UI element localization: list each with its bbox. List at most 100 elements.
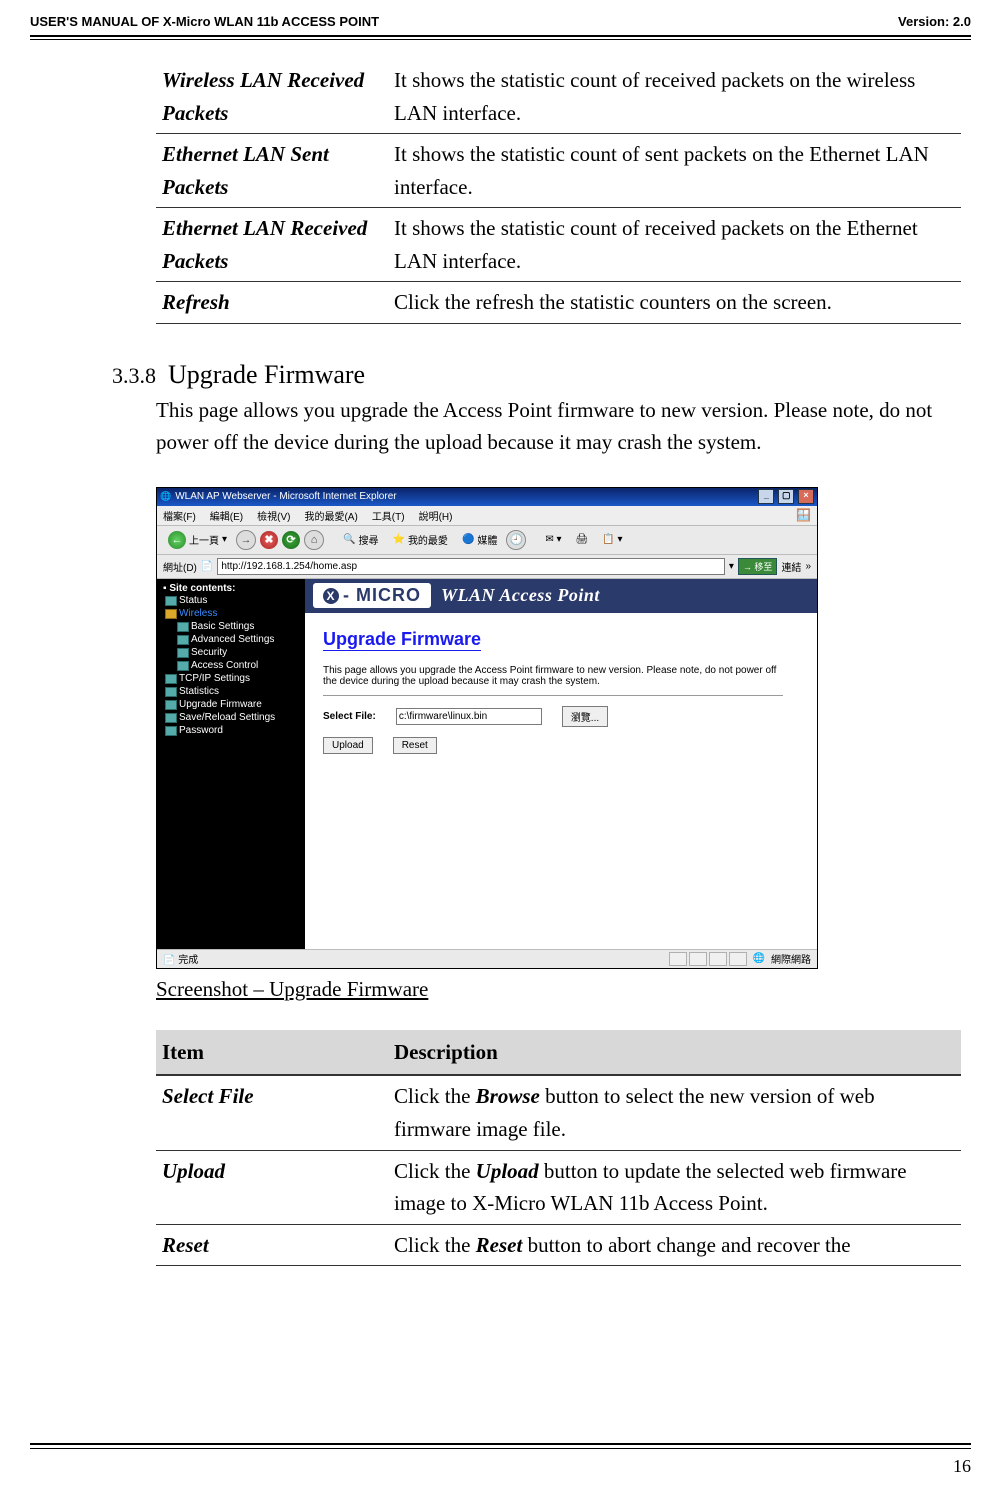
sidebar-item[interactable]: Basic Settings — [177, 620, 303, 633]
sidebar-item[interactable]: Status — [165, 594, 303, 607]
panel-heading: Upgrade Firmware — [323, 629, 481, 651]
toolbar: ←上一頁 ▾ → ✖ ⟳ ⌂ 🔍 搜尋 ⭐ 我的最愛 🔵 媒體 🕘 ✉ ▾ 🖨 … — [157, 526, 817, 555]
term-cell: Reset — [156, 1224, 388, 1266]
forward-button[interactable]: → — [236, 530, 256, 550]
sidebar-item[interactable]: Upgrade Firmware — [165, 698, 303, 711]
description-cell: Click the refresh the statistic counters… — [388, 282, 961, 324]
table-row: UploadClick the Upload button to update … — [156, 1150, 961, 1224]
brand-bar: X- MICRO WLAN Access Point — [305, 579, 817, 613]
menu-view[interactable]: 檢視(V) — [257, 508, 290, 523]
sidebar-list: StatusWirelessBasic SettingsAdvanced Set… — [159, 594, 303, 737]
sidebar-item[interactable]: Password — [165, 724, 303, 737]
brand-logo: X- MICRO — [313, 583, 431, 608]
browse-button[interactable]: 瀏覽... — [562, 706, 608, 727]
window-controls: _ ▢ × — [757, 489, 814, 504]
embedded-screenshot: 🌐WLAN AP Webserver - Microsoft Internet … — [156, 487, 818, 969]
header-item: Item — [156, 1030, 388, 1076]
stop-button[interactable]: ✖ — [260, 531, 278, 549]
header-right: Version: 2.0 — [898, 14, 971, 29]
status-done: 📄 完成 — [163, 951, 198, 966]
content-area: Wireless LAN Received PacketsIt shows th… — [156, 60, 961, 1266]
menu-edit[interactable]: 編輯(E) — [210, 508, 243, 523]
description-cell: Click the Reset button to abort change a… — [388, 1224, 961, 1266]
upgrade-panel: Upgrade Firmware This page allows you up… — [305, 613, 817, 780]
table-header-row: Item Description — [156, 1030, 961, 1076]
address-dropdown-icon[interactable]: ▾ — [729, 561, 734, 572]
browser-body: ▪ Site contents: StatusWirelessBasic Set… — [157, 579, 817, 949]
search-button[interactable]: 🔍 搜尋 — [338, 530, 383, 549]
edit-doc-button[interactable]: 📋 ▾ — [597, 532, 627, 547]
menu-tools[interactable]: 工具(T) — [372, 508, 405, 523]
address-bar: 網址(D) 📄 ▾ → 移至 連結 » — [157, 555, 817, 579]
sidebar: ▪ Site contents: StatusWirelessBasic Set… — [157, 579, 305, 949]
menu-file[interactable]: 檔案(F) — [163, 508, 196, 523]
action-row: Upload Reset — [323, 737, 799, 754]
favorites-button[interactable]: ⭐ 我的最愛 — [387, 530, 452, 549]
mail-button[interactable]: ✉ ▾ — [540, 532, 566, 547]
sidebar-item[interactable]: TCP/IP Settings — [165, 672, 303, 685]
file-path-input[interactable] — [396, 708, 542, 725]
divider-thin — [30, 39, 971, 40]
brand-title: WLAN Access Point — [441, 585, 600, 606]
status-bar: 📄 完成 🌐 網際網路 — [157, 949, 817, 968]
windows-flag-icon: 🪟 — [796, 508, 811, 523]
table-row: Select FileClick the Browse button to se… — [156, 1075, 961, 1150]
menu-help[interactable]: 說明(H) — [419, 508, 453, 523]
media-button[interactable]: 🔵 媒體 — [457, 530, 502, 549]
refresh-button[interactable]: ⟳ — [282, 531, 300, 549]
select-file-label: Select File: — [323, 711, 376, 722]
sidebar-item[interactable]: Advanced Settings — [177, 633, 303, 646]
upload-button[interactable]: Upload — [323, 737, 373, 754]
sidebar-item[interactable]: Save/Reload Settings — [165, 711, 303, 724]
history-button[interactable]: 🕘 — [506, 530, 526, 550]
address-input[interactable] — [217, 558, 725, 575]
term-cell: Refresh — [156, 282, 388, 324]
term-cell: Ethernet LAN Sent Packets — [156, 134, 388, 208]
description-cell: Click the Upload button to update the se… — [388, 1150, 961, 1224]
description-cell: It shows the statistic count of sent pac… — [388, 134, 961, 208]
print-button[interactable]: 🖨 — [571, 532, 594, 547]
sidebar-header: Site contents: — [169, 583, 235, 594]
header-description: Description — [388, 1030, 961, 1076]
table-row: Ethernet LAN Sent PacketsIt shows the st… — [156, 134, 961, 208]
table-row: ResetClick the Reset button to abort cha… — [156, 1224, 961, 1266]
screenshot-caption: Screenshot – Upgrade Firmware — [156, 977, 961, 1002]
section-number: 3.3.8 — [80, 363, 168, 389]
divider — [30, 35, 971, 37]
term-cell: Ethernet LAN Received Packets — [156, 208, 388, 282]
address-label: 網址(D) — [163, 559, 197, 574]
home-button[interactable]: ⌂ — [304, 530, 324, 550]
zone-icon: 🌐 — [753, 953, 765, 964]
close-button[interactable]: × — [798, 489, 814, 504]
reset-button[interactable]: Reset — [393, 737, 437, 754]
minimize-button[interactable]: _ — [758, 489, 774, 504]
sidebar-item[interactable]: Access Control — [177, 659, 303, 672]
section-title: Upgrade Firmware — [168, 360, 365, 390]
sidebar-item[interactable]: Security — [177, 646, 303, 659]
table-row: Wireless LAN Received PacketsIt shows th… — [156, 60, 961, 134]
ie-icon: 🌐 — [160, 491, 171, 501]
main-pane: X- MICRO WLAN Access Point Upgrade Firmw… — [305, 579, 817, 949]
description-cell: It shows the statistic count of received… — [388, 60, 961, 134]
menu-favorites[interactable]: 我的最愛(A) — [304, 508, 357, 523]
term-cell: Upload — [156, 1150, 388, 1224]
page-number: 16 — [953, 1456, 971, 1477]
maximize-button[interactable]: ▢ — [778, 489, 794, 504]
status-zone: 網際網路 — [771, 951, 811, 966]
page-header: USER'S MANUAL OF X-Micro WLAN 11b ACCESS… — [30, 10, 971, 33]
back-button[interactable]: ←上一頁 ▾ — [163, 529, 232, 551]
sidebar-item[interactable]: Statistics — [165, 685, 303, 698]
description-cell: It shows the statistic count of received… — [388, 208, 961, 282]
section-heading-row: 3.3.8 Upgrade Firmware — [80, 360, 961, 390]
go-button[interactable]: → 移至 — [738, 558, 778, 575]
definitions-table-top: Wireless LAN Received PacketsIt shows th… — [156, 60, 961, 324]
description-cell: Click the Browse button to select the ne… — [388, 1075, 961, 1150]
links-label[interactable]: 連結 — [781, 559, 801, 574]
table-row: Ethernet LAN Received PacketsIt shows th… — [156, 208, 961, 282]
brand-x-icon: X — [323, 588, 339, 604]
links-chevron-icon: » — [805, 561, 811, 572]
sidebar-item[interactable]: Wireless — [165, 607, 303, 620]
back-icon: ← — [168, 531, 186, 549]
section-body: This page allows you upgrade the Access … — [156, 394, 961, 459]
term-cell: Select File — [156, 1075, 388, 1150]
